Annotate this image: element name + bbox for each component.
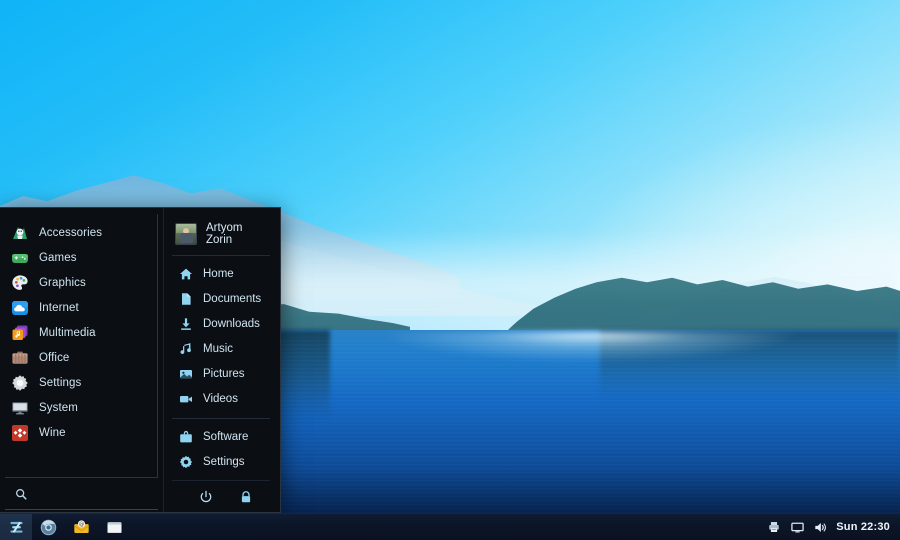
- clock[interactable]: Sun 22:30: [836, 521, 890, 533]
- search-icon: [15, 488, 27, 500]
- system-tray[interactable]: Sun 22:30: [767, 520, 900, 534]
- power-icon[interactable]: [198, 489, 214, 505]
- category-label: Games: [39, 251, 77, 264]
- place-label: Home: [203, 267, 234, 280]
- shortcut-item-software[interactable]: Software: [172, 424, 270, 449]
- zorin-logo-icon: [7, 518, 26, 537]
- category-label: Settings: [39, 376, 82, 389]
- category-item-games[interactable]: Games: [5, 245, 157, 270]
- launcher-web-browser[interactable]: [32, 514, 65, 540]
- chromium-browser-icon: [40, 519, 57, 536]
- category-item-settings[interactable]: Settings: [5, 370, 157, 395]
- category-label: Wine: [39, 426, 66, 439]
- category-item-multimedia[interactable]: Multimedia: [5, 320, 157, 345]
- svg-text:@: @: [79, 521, 84, 527]
- document-icon: [178, 291, 193, 306]
- place-item-music[interactable]: Music: [172, 336, 270, 361]
- divider: [172, 255, 270, 256]
- category-label: System: [39, 401, 78, 414]
- menu-action-row: [172, 480, 270, 512]
- shortcut-label: Settings: [203, 455, 245, 468]
- category-label: Accessories: [39, 226, 103, 239]
- category-label: Office: [39, 351, 70, 364]
- wine-icon: [11, 424, 29, 442]
- menu-places-panel: Artyom Zorin Home Documents Downloads Mu…: [163, 208, 280, 512]
- start-button[interactable]: [0, 513, 32, 540]
- avatar: [175, 223, 197, 245]
- shortcut-label: Software: [203, 430, 249, 443]
- system-monitor-icon: [11, 399, 29, 417]
- category-label: Internet: [39, 301, 79, 314]
- internet-cloud-icon: [11, 299, 29, 317]
- category-item-system[interactable]: System: [5, 395, 157, 420]
- place-item-home[interactable]: Home: [172, 261, 270, 286]
- launcher-mail[interactable]: @: [65, 514, 98, 540]
- divider: [172, 418, 270, 419]
- picture-icon: [178, 366, 193, 381]
- category-item-wine[interactable]: Wine: [5, 420, 157, 445]
- file-manager-icon: [106, 519, 123, 536]
- place-item-videos[interactable]: Videos: [172, 386, 270, 411]
- place-label: Videos: [203, 392, 238, 405]
- graphics-palette-icon: [11, 274, 29, 292]
- category-item-internet[interactable]: Internet: [5, 295, 157, 320]
- taskbar[interactable]: @ Sun 22:30: [0, 513, 900, 540]
- menu-categories-panel: Accessories Games Graphics Internet Mult…: [0, 208, 177, 512]
- multimedia-music-icon: [11, 324, 29, 342]
- video-camera-icon: [178, 391, 193, 406]
- gear-icon: [178, 454, 193, 469]
- accessories-icon: [11, 224, 29, 242]
- category-item-accessories[interactable]: Accessories: [5, 220, 157, 245]
- place-label: Downloads: [203, 317, 260, 330]
- category-item-office[interactable]: Office: [5, 345, 157, 370]
- settings-gear-icon: [11, 374, 29, 392]
- launcher-files[interactable]: [98, 514, 131, 540]
- application-menu[interactable]: Accessories Games Graphics Internet Mult…: [0, 207, 281, 513]
- home-icon: [178, 266, 193, 281]
- printer-icon[interactable]: [767, 520, 781, 534]
- place-label: Documents: [203, 292, 262, 305]
- menu-actions: [172, 480, 270, 512]
- search-box[interactable]: [5, 478, 177, 510]
- music-note-icon: [178, 341, 193, 356]
- software-bag-icon: [178, 429, 193, 444]
- mail-envelope-icon: @: [73, 519, 90, 536]
- user-name: Artyom Zorin: [206, 222, 243, 246]
- games-gamepad-icon: [11, 249, 29, 267]
- category-list: Accessories Games Graphics Internet Mult…: [5, 214, 158, 478]
- user-row[interactable]: Artyom Zorin: [172, 215, 270, 253]
- shortcut-item-settings[interactable]: Settings: [172, 449, 270, 474]
- category-item-graphics[interactable]: Graphics: [5, 270, 157, 295]
- category-label: Graphics: [39, 276, 86, 289]
- place-label: Music: [203, 342, 234, 355]
- lock-icon[interactable]: [238, 489, 254, 505]
- place-item-pictures[interactable]: Pictures: [172, 361, 270, 386]
- download-icon: [178, 316, 193, 331]
- display-icon[interactable]: [790, 520, 804, 534]
- category-label: Multimedia: [39, 326, 96, 339]
- search-input[interactable]: [35, 487, 177, 500]
- place-item-documents[interactable]: Documents: [172, 286, 270, 311]
- place-label: Pictures: [203, 367, 245, 380]
- office-briefcase-icon: [11, 349, 29, 367]
- place-item-downloads[interactable]: Downloads: [172, 311, 270, 336]
- volume-speaker-icon[interactable]: [813, 520, 827, 534]
